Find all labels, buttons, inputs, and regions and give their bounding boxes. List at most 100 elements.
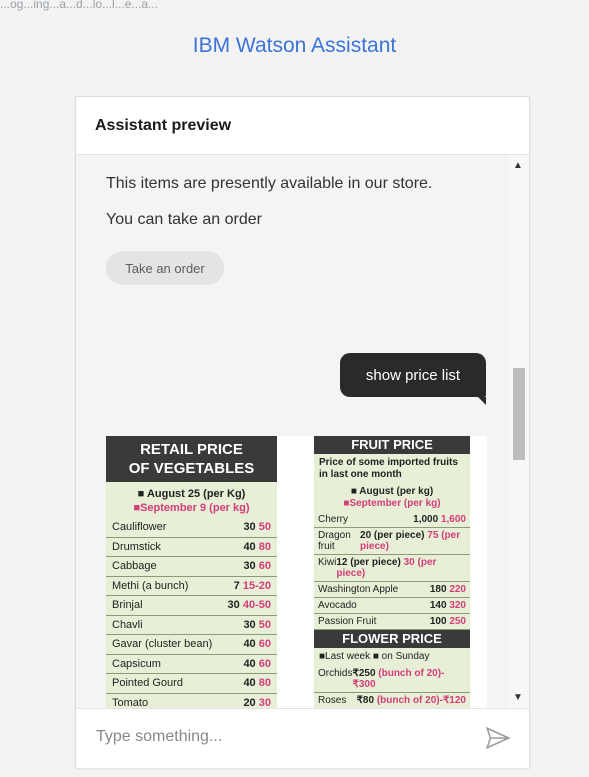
- veg-legend-september: ■September 9 (per kg): [133, 502, 250, 514]
- scroll-down-icon[interactable]: ▼: [513, 693, 523, 703]
- new-price: 60: [258, 638, 271, 651]
- fruit-price-table: FRUIT PRICE Price of some imported fruit…: [314, 436, 470, 708]
- price-row: Washington Apple 180 220: [314, 582, 470, 598]
- chat-scrollbar[interactable]: ▲ ▼: [509, 155, 529, 708]
- item-name: Washington Apple: [318, 584, 399, 595]
- old-price: 40: [243, 638, 256, 651]
- item-name: Drumstick: [112, 540, 161, 553]
- new-price: 250: [449, 616, 466, 627]
- fruit-legend-september: ■September (per kg): [343, 498, 441, 509]
- old-price: 40: [243, 677, 256, 690]
- item-name: Capsicum: [112, 657, 161, 670]
- item-price: 20 (per piece) 75 (per piece): [360, 530, 466, 552]
- price-row: Kiwi 12 (per piece) 30 (per piece): [314, 555, 470, 582]
- old-price: 140: [429, 600, 447, 611]
- new-price: 80: [258, 540, 271, 553]
- item-name: Tomato: [112, 696, 149, 708]
- veg-legend-august: ■ August 25 (per Kg): [137, 488, 246, 500]
- price-row: Tomato 20 30: [106, 694, 277, 708]
- new-price: 30: [258, 696, 271, 708]
- item-price: ₹80 (bunch of 20)-₹120: [357, 695, 466, 706]
- new-price: 40-50: [242, 599, 271, 612]
- new-price: 15-20: [242, 579, 271, 592]
- old-price: 40: [243, 657, 256, 670]
- item-name: Cabbage: [112, 560, 157, 573]
- price-row: Dragon fruit 20 (per piece) 75 (per piece…: [314, 528, 470, 555]
- brand-title: IBM Watson Assistant: [192, 34, 397, 57]
- item-name: Brinjal: [112, 599, 143, 612]
- fruit-legend: ■ August (per kg) ■September (per kg): [314, 484, 470, 512]
- price-row: Methi (a bunch) 7 15-20: [106, 577, 277, 596]
- flower-legend: ■Last week ■ on Sunday: [319, 651, 430, 662]
- item-name: Cauliflower: [112, 521, 167, 534]
- new-price: 50: [258, 521, 271, 534]
- item-name: Pointed Gourd: [112, 677, 183, 690]
- fruit-legend-august: ■ August (per kg): [350, 486, 434, 497]
- item-price: 7 15-20: [234, 580, 271, 592]
- item-price: 40 80: [243, 677, 271, 689]
- fruit-title: FRUIT PRICE: [314, 436, 470, 454]
- old-price: ₹80: [356, 695, 375, 706]
- price-row: Pointed Gourd 40 80: [106, 674, 277, 694]
- item-price: 30 40-50: [228, 599, 271, 611]
- price-row: Passion Fruit 100 250: [314, 614, 470, 630]
- price-row: Avocado 140 320: [314, 598, 470, 614]
- old-price: 30: [243, 560, 256, 573]
- item-price: 40 80: [243, 541, 271, 553]
- old-price: 20: [243, 696, 256, 708]
- price-row: Capsicum 40 60: [106, 655, 277, 674]
- new-price: 220: [449, 584, 466, 595]
- item-price: 12 (per piece) 30 (per piece): [336, 557, 466, 579]
- panel-title: Assistant preview: [76, 97, 529, 155]
- item-name: Cherry: [318, 514, 349, 525]
- veg-title-line1: RETAIL PRICE: [140, 441, 243, 458]
- price-row: Drumstick 40 80: [106, 538, 277, 557]
- assistant-message: This items are presently available in ou…: [106, 175, 433, 192]
- take-order-chip[interactable]: Take an order: [106, 251, 224, 285]
- new-price: 60: [258, 657, 271, 670]
- old-price: ₹250: [352, 668, 376, 679]
- item-name: Passion Fruit: [318, 616, 377, 627]
- item-name: Gavar (cluster bean): [112, 638, 213, 651]
- send-icon[interactable]: [485, 725, 511, 751]
- top-strip-text: ...og...ing...a...d...lo...l...e...a...: [0, 0, 159, 11]
- veg-legend: ■ August 25 (per Kg) ■September 9 (per k…: [106, 482, 277, 518]
- item-name: Chavli: [112, 618, 143, 631]
- veg-title: RETAIL PRICE OF VEGETABLES: [106, 436, 277, 482]
- new-price: 80: [258, 677, 271, 690]
- item-name: Methi (a bunch): [112, 579, 189, 592]
- item-name: Orchids: [318, 668, 353, 679]
- old-price: 30: [243, 521, 256, 534]
- price-row: Cherry 1,000 1,600: [314, 512, 470, 528]
- old-price: 100: [429, 616, 447, 627]
- new-price: 60: [258, 560, 271, 573]
- item-name: Dragon fruit: [318, 530, 351, 552]
- fruit-subtitle: Price of some imported fruits in last on…: [319, 457, 458, 480]
- item-price: 30 50: [243, 619, 271, 631]
- old-price: 12 (per piece): [336, 557, 401, 568]
- assistant-preview-panel: Assistant preview This items are present…: [75, 96, 530, 768]
- item-price: 1,000 1,600: [413, 514, 466, 525]
- old-price: 7: [233, 579, 240, 592]
- new-price: 320: [449, 600, 466, 611]
- item-name: Avocado: [318, 600, 357, 611]
- message-input-bar[interactable]: Type something...: [76, 708, 529, 768]
- price-row: Roses ₹80 (bunch of 20)-₹120: [314, 693, 470, 708]
- item-price: ₹250 (bunch of 20)-₹300: [352, 668, 466, 690]
- old-price: 180: [429, 584, 447, 595]
- message-input[interactable]: Type something...: [96, 728, 222, 746]
- item-price: 140 320: [430, 600, 466, 611]
- old-price: 1,000: [413, 514, 439, 525]
- scrollbar-thumb[interactable]: [513, 368, 525, 460]
- item-price: 30 60: [243, 560, 271, 572]
- price-row: Cauliflower 30 50: [106, 518, 277, 538]
- price-row: Brinjal 30 40-50: [106, 596, 277, 616]
- old-price: 20 (per piece): [360, 530, 425, 541]
- price-row: Cabbage 30 60: [106, 557, 277, 577]
- scroll-up-icon[interactable]: ▲: [513, 161, 523, 171]
- new-price: 50: [258, 618, 271, 631]
- price-row: Chavli 30 50: [106, 616, 277, 635]
- user-message-bubble: show price list: [340, 353, 486, 405]
- price-row: Orchids ₹250 (bunch of 20)-₹300: [314, 666, 470, 693]
- chat-area: This items are presently available in ou…: [76, 155, 509, 708]
